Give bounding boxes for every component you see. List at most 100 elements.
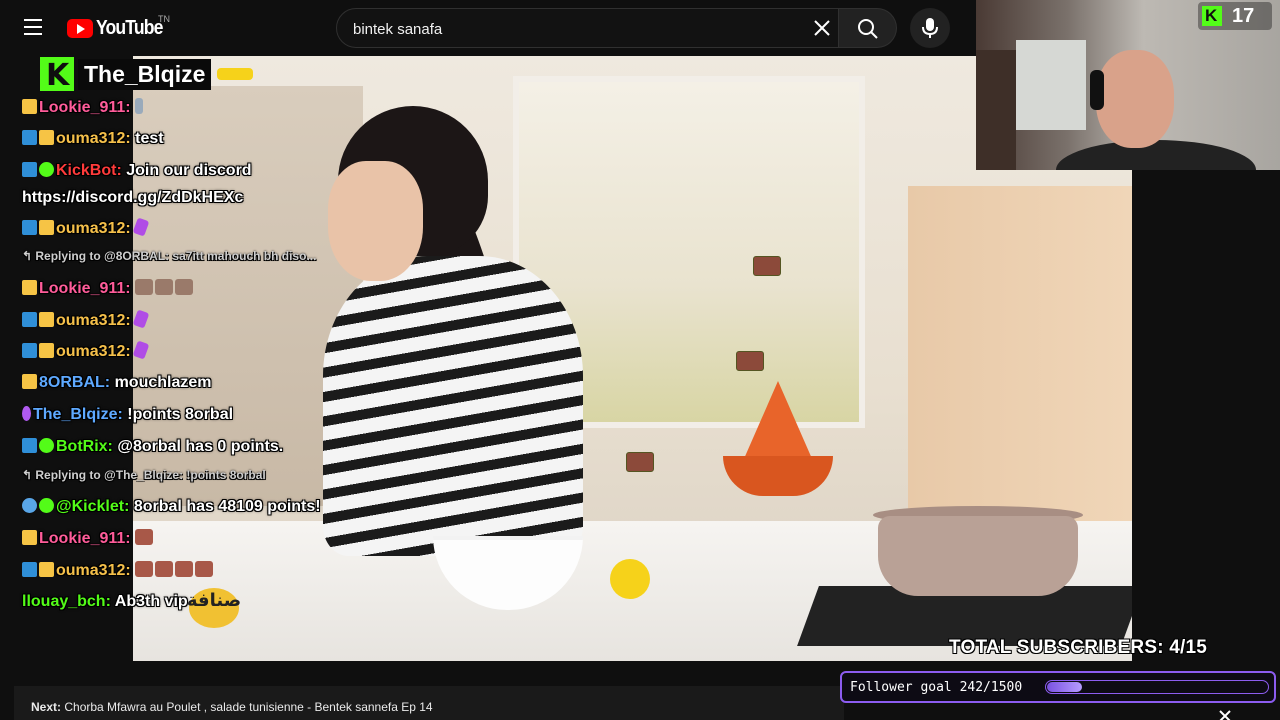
mod-badge-icon xyxy=(22,562,37,577)
close-icon[interactable] xyxy=(1218,710,1232,720)
chat-message-continued[interactable]: https://discord.gg/ZdDkHEXc xyxy=(22,189,243,207)
verified-badge-icon xyxy=(39,498,54,513)
chat-username: BotRix: xyxy=(56,438,113,455)
chat-username: Lookie_911: xyxy=(39,280,131,297)
follower-count: 17 xyxy=(1232,4,1255,27)
chat-message: llouay_bch: Ab3th vip xyxy=(22,593,188,611)
mod-badge-icon xyxy=(22,343,37,358)
chat-message: The_Blqize: !points 8orbal xyxy=(22,406,233,424)
chat-username: ouma312: xyxy=(56,343,131,360)
chat-username: Lookie_911: xyxy=(39,530,131,547)
mic-badge-icon xyxy=(22,406,31,421)
chat-message: Lookie_911: xyxy=(22,279,195,298)
voice-search-button[interactable] xyxy=(910,8,950,48)
headphones xyxy=(1090,70,1104,110)
chat-username: @Kicklet: xyxy=(56,498,130,515)
chat-username: KickBot: xyxy=(56,162,122,179)
crown-badge-icon xyxy=(39,562,54,577)
emote-icon xyxy=(155,279,174,295)
emote-icon xyxy=(175,279,194,295)
lemon xyxy=(610,559,650,599)
clear-search-icon[interactable] xyxy=(812,18,832,38)
tagine-pot xyxy=(723,381,833,496)
chat-message: KickBot: Join our discord xyxy=(22,162,252,180)
crown-badge-icon xyxy=(22,530,37,545)
verified-badge-icon xyxy=(39,438,54,453)
chat-text: mouchlazem xyxy=(114,374,212,391)
search-button[interactable] xyxy=(839,8,897,48)
crown-badge-icon xyxy=(39,130,54,145)
chat-message: BotRix: @8orbal has 0 points. xyxy=(22,438,283,456)
search-box xyxy=(336,8,839,49)
mod-badge-icon xyxy=(22,438,37,453)
chat-username: ouma312: xyxy=(56,312,131,329)
chat-message: Lookie_911: xyxy=(22,529,155,548)
chat-message: @Kicklet: 8orbal has 48109 points! xyxy=(22,498,321,516)
chat-text: 8orbal has 48109 points! xyxy=(133,498,321,515)
mod-badge-icon xyxy=(22,162,37,177)
mod-badge-icon xyxy=(22,312,37,327)
emote-icon xyxy=(135,279,154,295)
chat-username: ouma312: xyxy=(56,130,131,147)
crown-badge-icon xyxy=(22,374,37,389)
cooking-pot xyxy=(878,516,1078,596)
chat-reply-context: ↰ Replying to @The_Blqize: !points 8orba… xyxy=(22,468,266,482)
floating-emote xyxy=(736,351,764,371)
streamer-face xyxy=(1096,50,1174,148)
emote-icon xyxy=(195,561,214,577)
crown-badge-icon xyxy=(39,343,54,358)
hamburger-menu-icon[interactable] xyxy=(24,19,42,35)
chat-username: llouay_bch: xyxy=(22,593,111,610)
crown-badge-icon xyxy=(39,312,54,327)
next-video-bar[interactable]: Next: Chorba Mfawra au Poulet , salade t… xyxy=(14,686,844,720)
youtube-play-icon xyxy=(67,19,93,38)
kick-follower-count: 17 xyxy=(1198,2,1272,30)
next-video-text[interactable]: Next: Chorba Mfawra au Poulet , salade t… xyxy=(31,700,433,714)
follower-goal-progress-fill xyxy=(1047,682,1082,692)
emote-icon xyxy=(155,561,174,577)
chat-text: Ab3th vip xyxy=(114,593,188,610)
kick-chat-overlay: ↰ The_Blqize Lookie_911: ouma312: test K… xyxy=(0,56,420,616)
chat-message: Lookie_911: xyxy=(22,98,145,117)
emote-icon xyxy=(217,68,254,80)
reply-arrow-icon: ↰ xyxy=(22,468,36,482)
mod-badge-icon xyxy=(22,220,37,235)
chat-text: Join our discord xyxy=(126,162,252,179)
chat-message: ouma312: xyxy=(22,217,150,238)
kick-logo-icon xyxy=(40,57,74,93)
emote-icon xyxy=(175,561,194,577)
search-icon xyxy=(858,19,878,39)
chat-username: 8ORBAL: xyxy=(39,374,111,391)
reply-text: Replying to @8ORBAL: sa7itt mahouch bh d… xyxy=(35,249,317,263)
emote-icon xyxy=(132,217,150,237)
search-input[interactable] xyxy=(351,9,795,49)
emote-icon xyxy=(135,561,154,577)
microphone-icon xyxy=(922,18,938,38)
chat-text: test xyxy=(135,130,164,147)
chat-message: ouma312: test xyxy=(22,130,164,148)
reply-arrow-icon: ↰ xyxy=(22,249,36,263)
bot-badge-icon xyxy=(22,498,37,513)
chat-message: ouma312: xyxy=(22,309,150,330)
kick-logo-icon xyxy=(1202,6,1222,26)
follower-goal-label: Follower goal 242/1500 xyxy=(850,680,1023,695)
total-subscribers-counter: TOTAL SUBSCRIBERS: 4/15 xyxy=(949,637,1207,658)
floating-emote xyxy=(753,256,781,276)
youtube-logo[interactable]: YouTube xyxy=(67,17,172,40)
youtube-logo-text: YouTube xyxy=(96,17,163,39)
chat-reply-context: ↰ Replying to @8ORBAL: sa7itt mahouch bh… xyxy=(22,249,316,263)
crown-badge-icon xyxy=(39,220,54,235)
chat-header: ↰ The_Blqize xyxy=(22,56,254,93)
next-video-title: Chorba Mfawra au Poulet , salade tunisie… xyxy=(64,700,433,714)
chat-message: ouma312: xyxy=(22,340,150,361)
discord-link[interactable]: https://discord.gg/ZdDkHEXc xyxy=(22,189,243,206)
chat-username: The_Blqize: xyxy=(33,406,123,423)
chat-username: ouma312: xyxy=(56,220,131,237)
chat-username: ouma312: xyxy=(56,562,131,579)
reply-text: Replying to @The_Blqize: !points 8orbal xyxy=(35,468,266,482)
chat-message: 8ORBAL: mouchlazem xyxy=(22,374,211,392)
chat-username: Lookie_911: xyxy=(39,99,131,116)
crown-badge-icon xyxy=(22,99,37,114)
emote-icon xyxy=(135,529,154,545)
chat-text: @8orbal has 0 points. xyxy=(117,438,284,455)
